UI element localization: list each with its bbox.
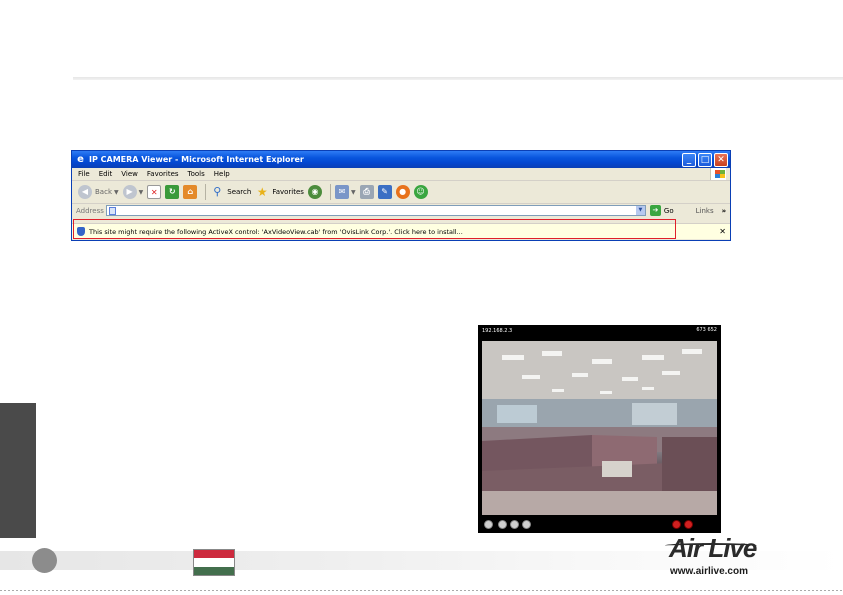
address-dropdown-icon[interactable]: ▼ — [635, 206, 645, 215]
shield-icon — [77, 227, 85, 236]
language-side-tab — [0, 403, 36, 538]
office-scene-image — [482, 341, 717, 515]
back-dropdown-icon[interactable]: ▼ — [114, 189, 119, 196]
home-icon: ⌂ — [183, 185, 198, 199]
menu-help[interactable]: Help — [214, 170, 230, 178]
refresh-button[interactable]: ↻ — [165, 185, 180, 199]
toolbar-separator — [329, 184, 331, 200]
close-button[interactable]: ✕ — [714, 152, 728, 167]
flag-stripe-white — [194, 558, 234, 567]
minimize-button[interactable]: _ — [682, 152, 696, 167]
mail-dropdown-icon[interactable]: ▼ — [351, 189, 356, 196]
edit-button[interactable]: ✎ — [377, 185, 392, 199]
links-more-icon[interactable]: » — [722, 207, 727, 215]
menu-tools[interactable]: Tools — [188, 170, 205, 178]
brand-url: www.airlive.com — [670, 566, 748, 577]
favorites-star-icon: ★ — [256, 185, 268, 199]
favorites-button[interactable]: ★ Favorites — [255, 185, 304, 199]
menu-bar: File Edit View Favorites Tools Help — [72, 168, 730, 181]
menu-edit[interactable]: Edit — [99, 170, 113, 178]
activex-infobar[interactable]: This site might require the following Ac… — [72, 223, 730, 239]
menu-file[interactable]: File — [78, 170, 90, 178]
back-label: Back — [95, 188, 112, 196]
header-rule — [73, 77, 843, 80]
menu-favorites[interactable]: Favorites — [147, 170, 179, 178]
infobar-message[interactable]: This site might require the following Ac… — [89, 228, 719, 236]
maximize-button[interactable]: □ — [698, 152, 712, 167]
airlive-logo: Air Live www.airlive.com — [663, 533, 785, 581]
messenger-button[interactable]: ☺ — [413, 185, 428, 199]
search-icon: ⚲ — [213, 185, 222, 198]
windows-logo-icon — [710, 168, 726, 180]
edit-icon: ✎ — [377, 185, 392, 199]
window-title: IP CAMERA Viewer - Microsoft Internet Ex… — [89, 155, 304, 164]
camera-status: 673 652 — [696, 327, 717, 333]
snapshot-icon[interactable] — [498, 520, 507, 529]
camera-ip: 192.168.2.3 — [482, 328, 513, 334]
discuss-icon: ● — [395, 185, 410, 199]
browser-window: e IP CAMERA Viewer - Microsoft Internet … — [71, 150, 731, 241]
back-button[interactable]: ◀ Back ▼ — [78, 185, 119, 199]
title-bar: e IP CAMERA Viewer - Microsoft Internet … — [72, 151, 730, 168]
settings-icon[interactable] — [522, 520, 531, 529]
search-label: Search — [227, 188, 252, 196]
bottom-dashed-rule — [0, 590, 843, 591]
go-button[interactable]: Go — [664, 207, 674, 215]
print-button[interactable]: ⎙ — [359, 185, 374, 199]
flag-stripe-green — [194, 566, 234, 575]
favorites-label: Favorites — [272, 188, 304, 196]
media-button[interactable]: ◉ — [307, 185, 322, 199]
search-button[interactable]: ⚲ Search — [210, 185, 251, 199]
go-arrow-icon[interactable]: ➔ — [649, 205, 661, 216]
forward-dropdown-icon[interactable]: ▼ — [139, 189, 144, 196]
media-icon: ◉ — [307, 185, 322, 199]
address-input[interactable]: ▼ — [105, 205, 646, 216]
links-button[interactable]: Links — [696, 207, 714, 215]
forward-arrow-icon: ▶ — [122, 185, 137, 199]
print-icon: ⎙ — [359, 185, 374, 199]
mail-icon: ✉ — [334, 185, 349, 199]
viewer-controls — [482, 520, 717, 532]
camera-viewer: 192.168.2.3 673 652 — [478, 325, 721, 533]
address-bar: Address ▼ ➔ Go Links » — [72, 204, 730, 217]
back-arrow-icon: ◀ — [78, 185, 92, 199]
ie-logo-icon: e — [77, 154, 84, 165]
stop-icon: ✕ — [147, 185, 162, 199]
camera-video — [482, 341, 717, 515]
zoom-icon[interactable] — [484, 520, 493, 529]
menu-view[interactable]: View — [121, 170, 138, 178]
brand-name: Air Live — [669, 533, 757, 563]
page-icon — [108, 207, 116, 215]
infobar-close-icon[interactable]: ✕ — [719, 227, 726, 236]
page-number-dot — [32, 548, 57, 573]
mail-button[interactable]: ✉ ▼ — [334, 185, 356, 199]
power-icon[interactable] — [684, 520, 693, 529]
forward-button[interactable]: ▶ ▼ — [122, 185, 144, 199]
stop-icon[interactable] — [672, 520, 681, 529]
refresh-icon: ↻ — [165, 185, 180, 199]
hungary-flag-icon — [193, 549, 235, 576]
stop-button[interactable]: ✕ — [147, 185, 162, 199]
standard-toolbar: ◀ Back ▼ ▶ ▼ ✕ ↻ ⌂ ⚲ Search ★ Favorites … — [72, 181, 730, 204]
toolbar-separator — [205, 184, 207, 200]
home-button[interactable]: ⌂ — [183, 185, 198, 199]
flag-stripe-red — [194, 550, 234, 559]
address-label: Address — [76, 206, 104, 215]
discuss-button[interactable]: ● — [395, 185, 410, 199]
record-icon[interactable] — [510, 520, 519, 529]
messenger-icon: ☺ — [413, 185, 428, 199]
